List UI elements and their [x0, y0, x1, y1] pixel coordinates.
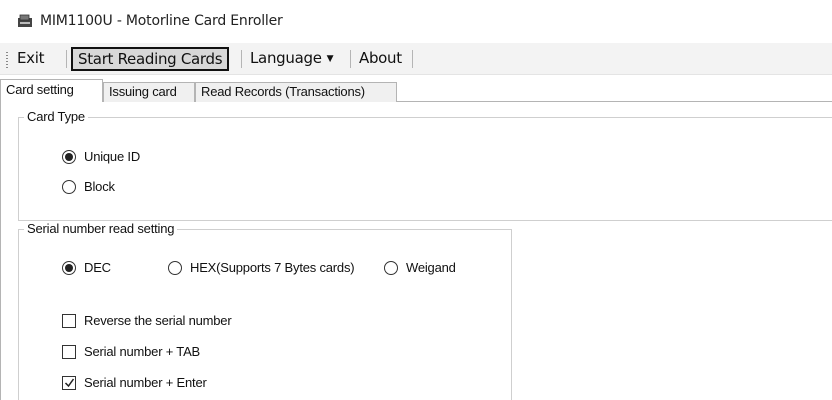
- radio-button-icon: [384, 261, 398, 275]
- card-type-group: Card Type Unique ID Block: [18, 109, 832, 221]
- hex-label: HEX(Supports 7 Bytes cards): [190, 260, 355, 275]
- menu-separator: [66, 50, 67, 68]
- dropdown-caret-icon: ▼: [326, 54, 334, 64]
- card-reader-icon: [17, 14, 33, 28]
- dec-label: DEC: [84, 260, 111, 275]
- radio-button-icon: [62, 150, 76, 164]
- unique-id-label: Unique ID: [84, 149, 141, 164]
- window-title: MIM1100U - Motorline Card Enroller: [40, 13, 283, 29]
- menu-bar: Exit Start Reading Cards Language ▼ About: [0, 43, 832, 75]
- about-menu-item[interactable]: About: [354, 47, 407, 71]
- block-label: Block: [84, 179, 115, 194]
- language-menu[interactable]: Language ▼: [245, 47, 338, 71]
- checkbox-icon: [62, 314, 76, 328]
- title-bar: MIM1100U - Motorline Card Enroller: [0, 0, 832, 42]
- language-menu-label: Language: [250, 49, 322, 67]
- radio-button-icon: [62, 180, 76, 194]
- serial-enter-label: Serial number + Enter: [84, 375, 207, 390]
- radio-button-icon: [168, 261, 182, 275]
- serial-read-legend: Serial number read setting: [24, 221, 178, 236]
- card-type-legend: Card Type: [24, 109, 88, 124]
- checkbox-icon: [62, 345, 76, 359]
- menu-separator: [241, 50, 242, 68]
- menu-separator: [412, 50, 413, 68]
- start-reading-cards-button[interactable]: Start Reading Cards: [71, 47, 230, 71]
- tab-card-setting[interactable]: Card setting: [0, 79, 103, 103]
- checkmark-icon: [64, 378, 75, 388]
- toolbar-grip[interactable]: [6, 52, 8, 68]
- card-setting-panel: Card Type Unique ID Block Serial number …: [0, 102, 832, 400]
- tab-issuing-card[interactable]: Issuing card: [103, 82, 195, 102]
- radio-button-icon: [62, 261, 76, 275]
- reverse-serial-label: Reverse the serial number: [84, 313, 232, 328]
- serial-tab-label: Serial number + TAB: [84, 344, 201, 359]
- weigand-label: Weigand: [406, 260, 456, 275]
- menu-separator: [350, 50, 351, 68]
- serial-read-group: Serial number read setting DEC HEX(Suppo…: [18, 221, 512, 400]
- tab-strip: Card setting Issuing card Read Records (…: [0, 79, 832, 103]
- checkbox-icon: [62, 376, 76, 390]
- exit-menu-item[interactable]: Exit: [12, 47, 49, 71]
- tab-read-records[interactable]: Read Records (Transactions): [195, 82, 397, 102]
